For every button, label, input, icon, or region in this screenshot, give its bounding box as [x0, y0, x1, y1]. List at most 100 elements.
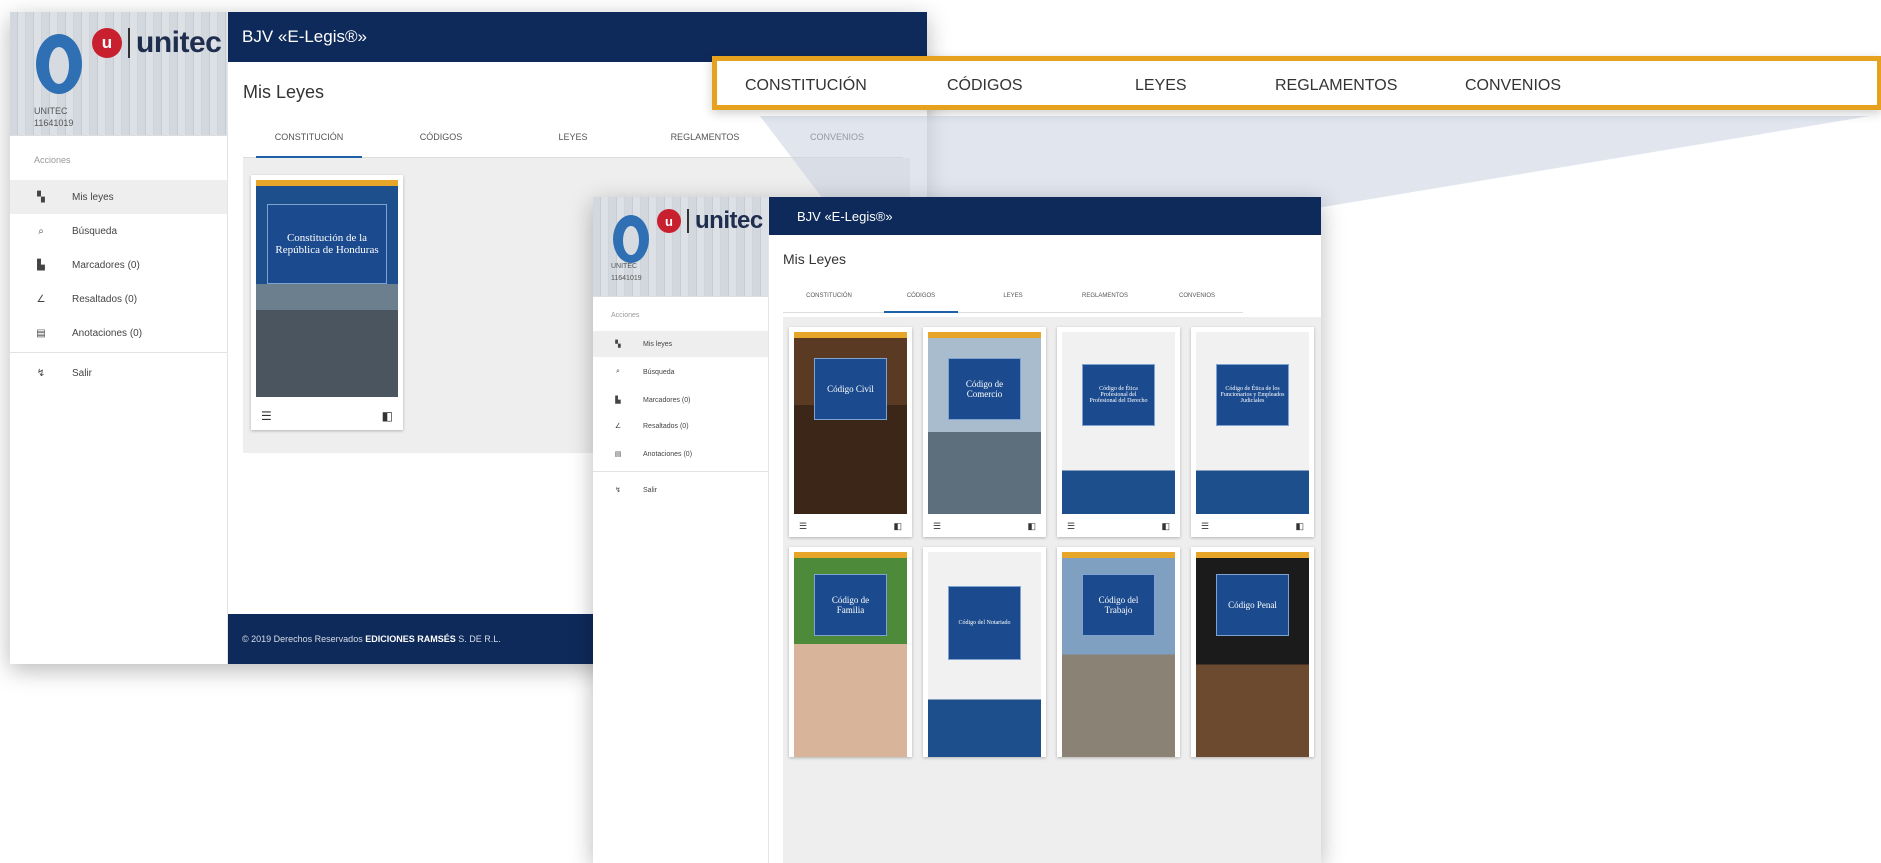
front-window: u unitec UNITEC 11641019 Acciones ▚ Mis …	[593, 197, 1321, 863]
sidebar-item-label: Anotaciones (0)	[643, 450, 693, 458]
app-title: BJV «E-Legis®»	[242, 27, 367, 46]
sidebar: u unitec UNITEC 11641019 Acciones ▚ Mis …	[10, 12, 228, 664]
sidebar: u unitec UNITEC 11641019 Acciones ▚ Mis …	[593, 197, 769, 863]
unitec-logo-text: unitec	[136, 26, 222, 59]
sidebar-item-marcadores[interactable]: ▙ Marcadores (0)	[10, 248, 227, 282]
book-card[interactable]: Código del Trabajo	[1057, 547, 1180, 757]
sidebar-item-label: Anotaciones (0)	[72, 327, 143, 339]
footer-suffix: S. DE R.L.	[458, 634, 501, 644]
list-icon[interactable]: ☰	[799, 521, 807, 532]
list-icon[interactable]: ☰	[261, 409, 272, 423]
book-title: Código de Ética de los Funcionarios y Em…	[1216, 364, 1289, 426]
bookmarks-icon: ▙	[37, 259, 45, 271]
avatar[interactable]	[36, 34, 82, 94]
book-cover: Código de Ética Profesional del Profesio…	[1062, 332, 1175, 514]
tab-leyes[interactable]: LEYES	[507, 132, 639, 157]
list-icon[interactable]: ☰	[1067, 521, 1075, 532]
sidebar-section-label: Acciones	[34, 155, 71, 165]
open-book-icon[interactable]: ◧	[382, 409, 393, 423]
book-card[interactable]: Código de Ética Profesional del Profesio…	[1057, 327, 1180, 537]
bookmarks-icon: ▙	[615, 397, 621, 404]
search-icon: ⌕	[38, 225, 44, 237]
callout-tab-convenios[interactable]: CONVENIOS	[1465, 77, 1561, 95]
logout-icon: ↯	[36, 367, 46, 379]
sidebar-item-anotaciones[interactable]: ▤ Anotaciones (0)	[10, 316, 227, 350]
tab-reglamentos[interactable]: REGLAMENTOS	[1059, 293, 1151, 312]
sidebar-item-busqueda[interactable]: ⌕ Búsqueda	[10, 214, 227, 248]
callout-tab-constitucion[interactable]: CONSTITUCIÓN	[745, 77, 867, 95]
dashboard-icon: ▚	[615, 341, 621, 348]
sidebar-item-label: Salir	[643, 486, 658, 494]
sidebar-item-resaltados[interactable]: ∠ Resaltados (0)	[10, 282, 227, 316]
callout-tab-codigos[interactable]: CÓDIGOS	[947, 77, 1023, 95]
list-icon[interactable]: ☰	[933, 521, 941, 532]
open-book-icon[interactable]: ◧	[1161, 521, 1170, 532]
user-name: UNITEC	[34, 106, 68, 116]
unitec-logo-badge: u	[92, 28, 122, 58]
sidebar-item-mis-leyes[interactable]: ▚ Mis leyes	[593, 331, 768, 357]
sidebar-item-marcadores[interactable]: ▙ Marcadores (0)	[593, 387, 768, 413]
tab-constitucion[interactable]: CONSTITUCIÓN	[783, 293, 875, 312]
app-header: BJV «E-Legis®»	[769, 197, 1321, 235]
sidebar-item-label: Mis leyes	[643, 340, 673, 348]
book-card[interactable]: Código de Ética de los Funcionarios y Em…	[1191, 327, 1314, 537]
user-id: 11641019	[34, 118, 74, 128]
sidebar-item-resaltados[interactable]: ∠ Resaltados (0)	[593, 413, 768, 439]
book-card[interactable]: Constitución de la República de Honduras…	[251, 175, 403, 430]
highlighter-icon: ∠	[614, 423, 622, 430]
search-icon: ⌕	[616, 368, 620, 375]
book-card[interactable]: Código de Familia	[789, 547, 912, 757]
book-cover: Código de Ética de los Funcionarios y Em…	[1196, 332, 1309, 514]
book-cover: Código de Comercio	[928, 332, 1041, 514]
page-title: Mis Leyes	[243, 82, 325, 102]
tab-codigos[interactable]: CÓDIGOS	[375, 132, 507, 157]
tab-convenios[interactable]: CONVENIOS	[1151, 293, 1243, 312]
book-card[interactable]: Código del Notariado	[923, 547, 1046, 757]
sidebar-item-salir[interactable]: ↯ Salir	[10, 356, 227, 390]
open-book-icon[interactable]: ◧	[1295, 521, 1304, 532]
sidebar-item-mis-leyes[interactable]: ▚ Mis leyes	[10, 180, 227, 214]
tab-leyes[interactable]: LEYES	[967, 293, 1059, 312]
book-title: Código del Trabajo	[1082, 574, 1155, 636]
tab-codigos[interactable]: CÓDIGOS	[875, 293, 967, 313]
book-card[interactable]: Código de Comercio ☰ ◧	[923, 327, 1046, 537]
app-header: BJV «E-Legis®»	[228, 12, 927, 62]
list-icon[interactable]: ☰	[1201, 521, 1209, 532]
avatar[interactable]	[613, 215, 649, 263]
unitec-logo: u unitec	[657, 207, 763, 235]
notes-icon: ▤	[36, 327, 46, 339]
book-cover: Código del Notariado	[928, 552, 1041, 757]
logout-icon: ↯	[615, 487, 621, 494]
book-card[interactable]: Código Penal	[1191, 547, 1314, 757]
sidebar-item-salir[interactable]: ↯ Salir	[593, 477, 768, 503]
book-title: Código de Familia	[814, 574, 887, 636]
open-book-icon[interactable]: ◧	[893, 521, 902, 532]
sidebar-item-anotaciones[interactable]: ▤ Anotaciones (0)	[593, 441, 768, 467]
sidebar-divider	[10, 352, 227, 353]
page-title: Mis Leyes	[783, 251, 847, 267]
book-title: Constitución de la República de Honduras	[267, 204, 387, 284]
callout-tab-leyes[interactable]: LEYES	[1135, 77, 1187, 95]
callout-tab-reglamentos[interactable]: REGLAMENTOS	[1275, 77, 1397, 95]
sidebar-header: u unitec UNITEC 11641019	[10, 12, 227, 136]
book-title: Código Penal	[1216, 574, 1289, 636]
sidebar-item-label: Resaltados (0)	[72, 293, 138, 305]
tab-bar: CONSTITUCIÓN CÓDIGOS LEYES REGLAMENTOS C…	[783, 293, 1243, 313]
open-book-icon[interactable]: ◧	[1027, 521, 1036, 532]
book-title: Código Civil	[814, 358, 887, 420]
dashboard-icon: ▚	[37, 191, 45, 203]
tab-constitucion[interactable]: CONSTITUCIÓN	[243, 132, 375, 158]
tab-bar: CONSTITUCIÓN CÓDIGOS LEYES REGLAMENTOS C…	[243, 132, 903, 158]
book-title: Código de Ética Profesional del Profesio…	[1082, 364, 1155, 426]
tab-reglamentos[interactable]: REGLAMENTOS	[639, 132, 771, 157]
book-card[interactable]: Código Civil ☰ ◧	[789, 327, 912, 537]
sidebar-item-busqueda[interactable]: ⌕ Búsqueda	[593, 359, 768, 385]
tab-convenios[interactable]: CONVENIOS	[771, 132, 903, 157]
footer-prefix: © 2019 Derechos Reservados	[242, 634, 363, 644]
sidebar-item-label: Mis leyes	[72, 191, 114, 203]
unitec-logo-text: unitec	[695, 207, 763, 234]
sidebar-item-label: Resaltados (0)	[643, 422, 689, 430]
book-cover: Código de Familia	[794, 552, 907, 757]
sidebar-item-label: Búsqueda	[643, 368, 675, 376]
sidebar-divider	[593, 471, 768, 472]
